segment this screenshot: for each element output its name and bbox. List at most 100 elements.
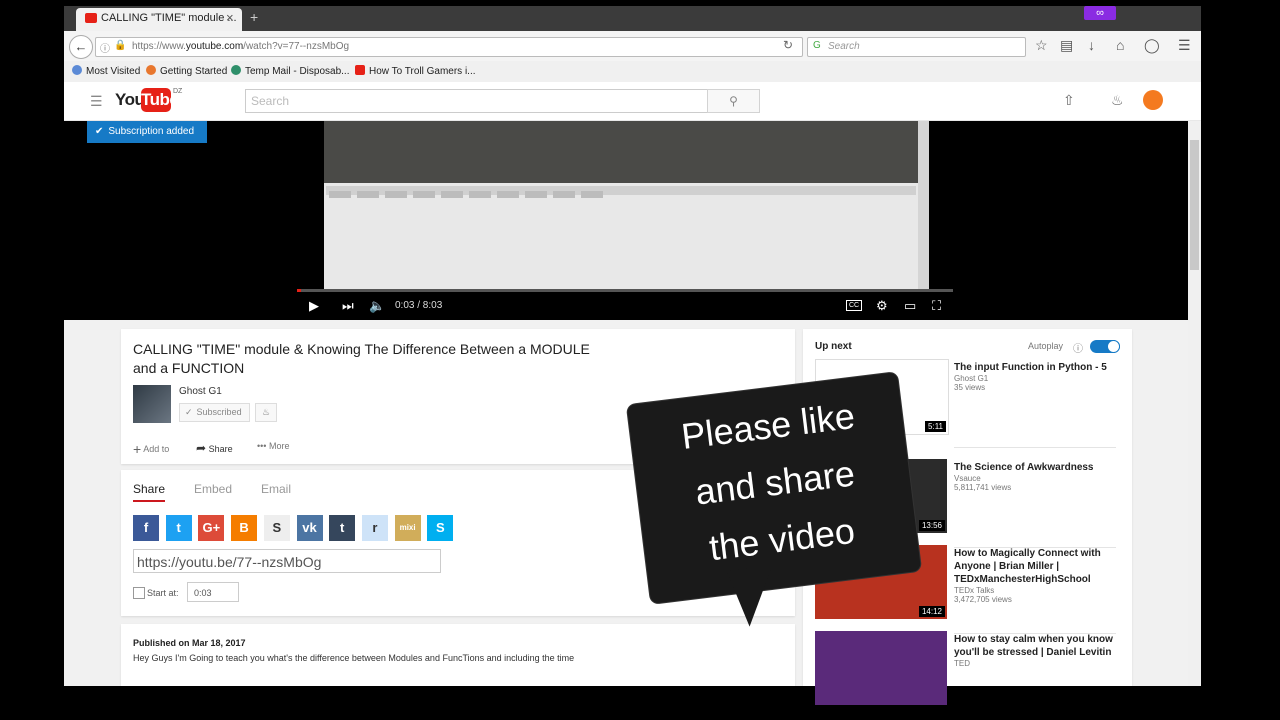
video-content-dark-area <box>324 121 918 183</box>
home-icon[interactable]: ⌂ <box>1116 37 1124 53</box>
scrollbar-thumb[interactable] <box>1190 140 1199 270</box>
tab-share[interactable]: Share <box>133 482 166 502</box>
youtube-logo-tube[interactable]: Tube <box>141 88 179 112</box>
facebook-icon[interactable]: f <box>133 515 159 541</box>
google-plus-icon[interactable]: G+ <box>198 515 225 541</box>
progress-bar[interactable] <box>297 289 953 292</box>
speech-bubble-tail <box>726 565 780 629</box>
stumbleupon-icon[interactable]: S <box>263 515 290 541</box>
youtube-search-input[interactable] <box>245 89 708 113</box>
url-text[interactable]: https://www.youtube.com/watch?v=77--nzsM… <box>132 41 349 52</box>
list-item[interactable]: The input Function in Python - 5 Ghost G1… <box>954 361 1124 392</box>
volume-icon[interactable]: 🔈 <box>369 298 385 314</box>
browser-search-placeholder: Search <box>828 41 860 52</box>
fullscreen-icon[interactable]: ⛶ <box>932 298 941 314</box>
new-tab-button[interactable]: + <box>250 9 258 25</box>
tab-title: CALLING "TIME" module ... <box>101 12 237 24</box>
settings-gear-icon[interactable]: ⚙ <box>876 298 888 314</box>
youtube-search-placeholder: Search <box>251 94 290 108</box>
plus-icon: + <box>133 441 142 457</box>
more-button[interactable]: ••• More <box>257 441 289 451</box>
share-url-input[interactable]: https://youtu.be/77--nzsMbOg <box>133 549 441 573</box>
private-browsing-icon: ∞ <box>1084 6 1116 20</box>
upload-icon[interactable]: ⇧ <box>1063 92 1075 109</box>
video-channel: Ghost G1 <box>954 374 989 383</box>
bookmark-troll-gamers[interactable]: How To Troll Gamers i... <box>355 65 476 77</box>
play-icon[interactable]: ▶ <box>309 298 319 314</box>
back-button[interactable]: ← <box>69 35 93 59</box>
video-views: 5,811,741 views <box>954 483 1012 492</box>
bookmark-star-icon[interactable]: ☆ <box>1035 37 1048 54</box>
skype-icon[interactable]: S <box>427 515 454 541</box>
avatar[interactable] <box>1143 90 1163 110</box>
start-at-input[interactable]: 0:03 <box>187 582 239 602</box>
time-display: 0:03 / 8:03 <box>395 300 443 311</box>
captions-icon[interactable]: CC <box>846 300 862 311</box>
tab-close-icon[interactable]: × <box>226 10 234 25</box>
youtube-logo[interactable]: You <box>115 90 145 110</box>
info-icon[interactable]: ⓘ <box>100 40 110 55</box>
video-title[interactable]: How to stay calm when you know you'll be… <box>954 633 1124 659</box>
video-thumbnail[interactable] <box>815 631 947 705</box>
bookmark-temp-mail[interactable]: Temp Mail - Disposab... <box>231 65 349 77</box>
autoplay-toggle-knob <box>1107 340 1120 353</box>
video-title: CALLING "TIME" module & Knowing The Diff… <box>133 341 590 376</box>
more-dots-icon: ••• <box>257 441 267 451</box>
blogger-icon[interactable]: B <box>231 515 258 541</box>
reload-icon[interactable]: ↻ <box>783 38 793 52</box>
reddit-icon[interactable]: r <box>361 515 388 541</box>
up-next-heading: Up next <box>815 341 852 352</box>
video-title[interactable]: The Science of Awkwardness <box>954 461 1124 474</box>
share-button[interactable]: ➦ Share <box>196 441 233 455</box>
video-duration: 5:11 <box>925 421 946 432</box>
video-duration: 14:12 <box>918 606 945 617</box>
subscription-toast: ✔ Subscription added <box>87 121 207 143</box>
notifications-bell-icon[interactable]: ♨ <box>1111 92 1124 109</box>
tab-embed[interactable]: Embed <box>194 482 232 496</box>
video-channel: TEDx Talks <box>954 586 995 595</box>
channel-name[interactable]: Ghost G1 <box>179 386 222 397</box>
search-engine-icon[interactable]: G <box>813 40 821 51</box>
firefox-icon <box>146 65 156 75</box>
bookmark-most-visited[interactable]: Most Visited <box>72 65 140 77</box>
notification-bell-icon[interactable]: ♨ <box>255 403 277 422</box>
bookmark-getting-started[interactable]: Getting Started <box>146 65 227 77</box>
start-at-label: Start at: <box>147 588 179 598</box>
next-icon[interactable]: ⏭ <box>342 298 354 314</box>
progress-bar-fill <box>297 289 301 292</box>
subscribed-button[interactable]: ✓ Subscribed <box>179 403 250 422</box>
info-icon[interactable]: ⓘ <box>1073 340 1083 355</box>
video-description: Hey Guys I'm Going to teach you what's t… <box>133 653 575 663</box>
mail-icon <box>231 65 241 75</box>
video-title[interactable]: The input Function in Python - 5 <box>954 361 1124 374</box>
search-icon[interactable]: ⚲ <box>707 89 760 113</box>
list-item[interactable]: How to Magically Connect with Anyone | B… <box>954 547 1124 604</box>
add-to-button[interactable]: + Add to <box>133 441 169 457</box>
list-item[interactable]: How to stay calm when you know you'll be… <box>954 633 1124 668</box>
lock-icon: 🔒 <box>114 40 127 51</box>
downloads-icon[interactable]: ↓ <box>1088 37 1095 53</box>
video-channel: TED <box>954 659 970 668</box>
check-icon: ✔ <box>95 126 104 137</box>
theater-mode-icon[interactable]: ▭ <box>904 298 916 314</box>
mixi-icon[interactable]: mixi <box>394 515 421 541</box>
youtube-favicon-icon <box>85 13 97 23</box>
bookmarks-menu-icon[interactable]: ▤ <box>1060 37 1073 54</box>
video-title[interactable]: How to Magically Connect with Anyone | B… <box>954 547 1124 586</box>
pocket-icon[interactable]: ◯ <box>1144 37 1160 54</box>
list-item[interactable]: The Science of Awkwardness Vsauce 5,811,74… <box>954 461 1124 492</box>
overlay-text: Please like and share the video <box>641 382 910 582</box>
twitter-icon[interactable]: t <box>165 515 192 541</box>
autoplay-label: Autoplay <box>1028 341 1064 351</box>
guide-menu-icon[interactable]: ☰ <box>90 93 103 110</box>
vk-icon[interactable]: vk <box>296 515 323 541</box>
folder-icon <box>72 65 82 75</box>
tab-email[interactable]: Email <box>261 482 291 496</box>
video-views: 35 views <box>954 383 986 392</box>
tumblr-icon[interactable]: t <box>329 515 356 541</box>
published-date: Published on Mar 18, 2017 <box>133 638 246 648</box>
start-at-checkbox[interactable] <box>133 587 145 599</box>
hamburger-menu-icon[interactable]: ☰ <box>1178 37 1191 54</box>
channel-avatar[interactable] <box>133 385 171 423</box>
video-channel: Vsauce <box>954 474 981 483</box>
